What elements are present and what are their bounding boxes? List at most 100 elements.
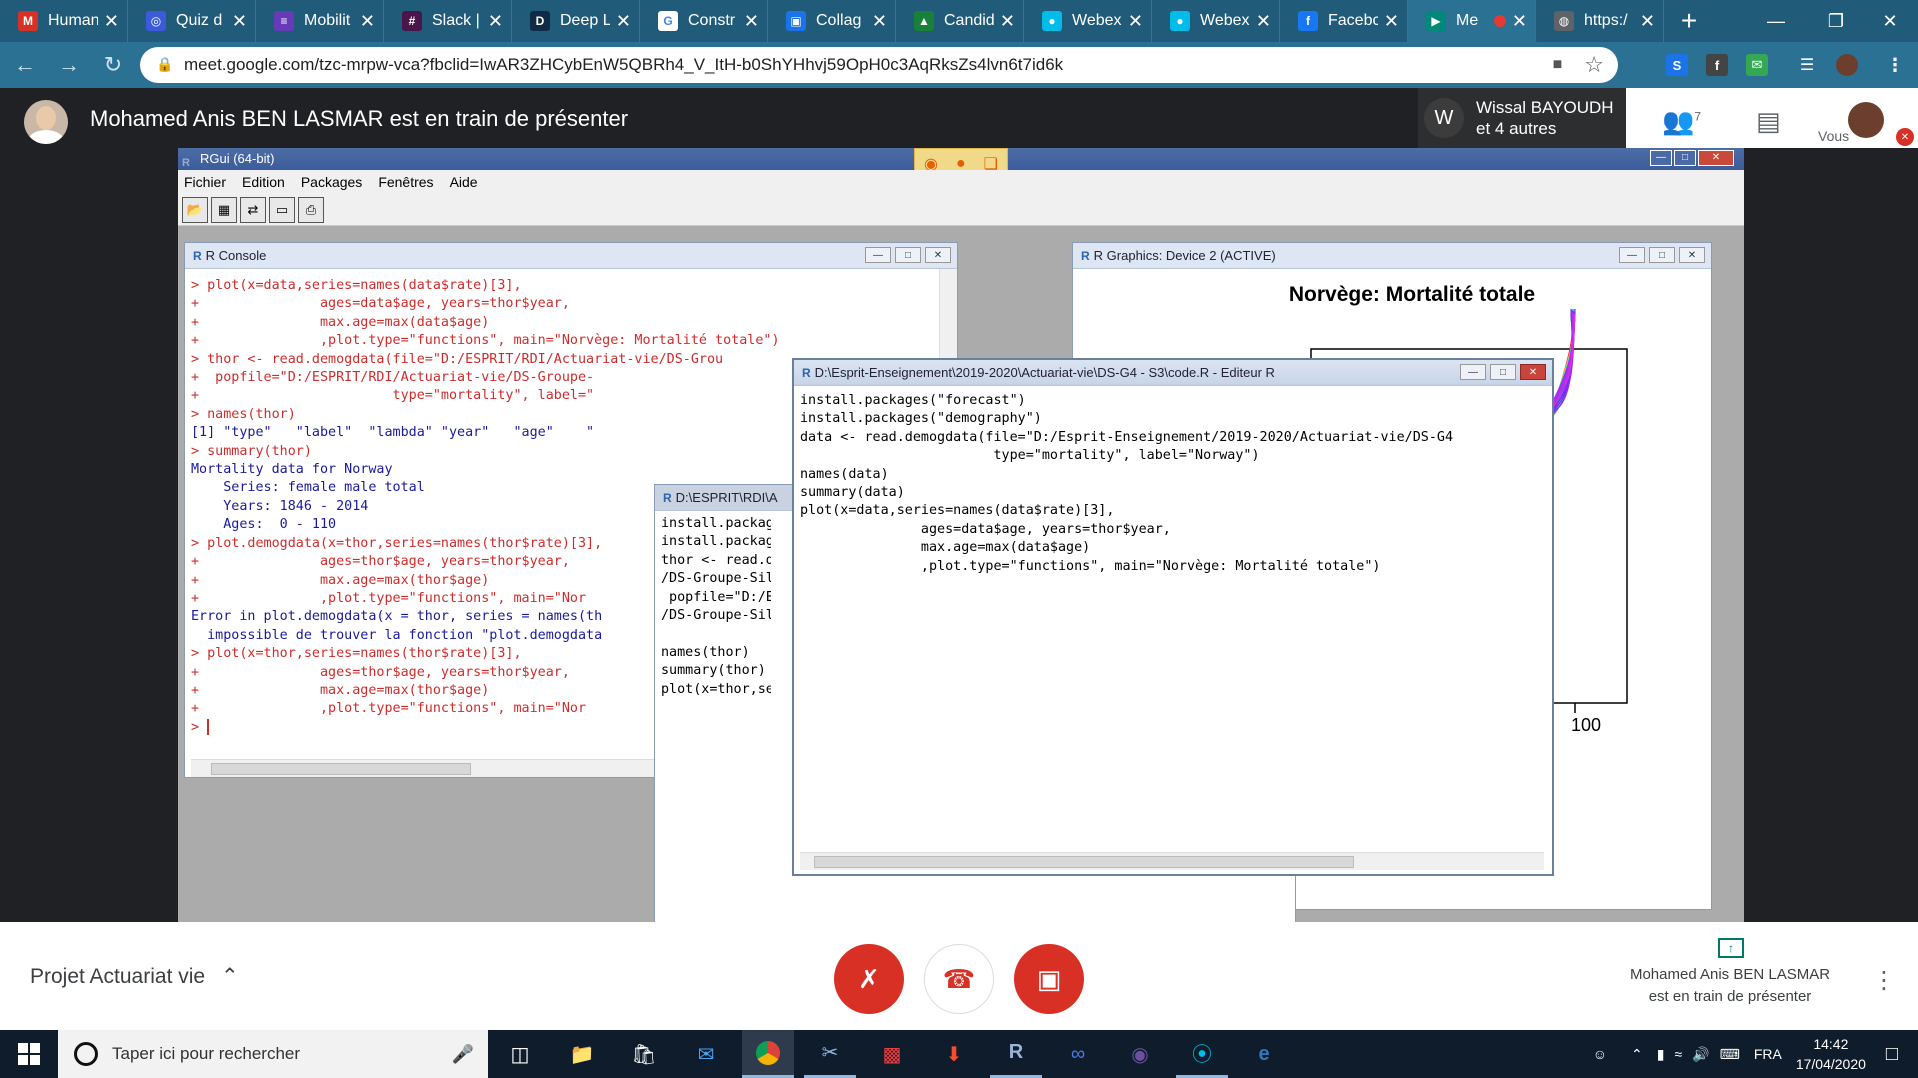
download-app-icon[interactable]: ⬇ [928,1030,980,1078]
chat-icon[interactable]: ▤ [1756,106,1781,137]
back-button[interactable]: ← [6,46,44,84]
graphics-minimize-button[interactable]: — [1619,247,1645,263]
menu-packages[interactable]: Packages [301,174,362,190]
save-icon[interactable]: ▦ [211,196,237,223]
browser-tab[interactable]: ◎ Quiz d ✕ [128,0,256,42]
window-close-button[interactable]: ✕ [1860,0,1918,42]
mic-toggle-button[interactable]: ✗ [834,944,904,1014]
clock[interactable]: 14:42 17/04/2020 [1796,1034,1866,1074]
browser-tab[interactable]: ● Webex ✕ [1152,0,1280,42]
editor-minimize-button[interactable]: — [1460,364,1486,380]
browser-tab[interactable]: D Deep L ✕ [512,0,640,42]
store-icon[interactable]: 🛍 [618,1030,670,1078]
browser-tab[interactable]: ▶ Me ✕ [1408,0,1536,42]
tab-close-icon[interactable]: ✕ [1384,11,1399,32]
browser-tab[interactable]: ◍ https:/ ✕ [1536,0,1664,42]
tab-close-icon[interactable]: ✕ [232,11,247,32]
browser-tab[interactable]: ≡ Mobilit ✕ [256,0,384,42]
battery-icon[interactable]: ▮ [1657,1046,1665,1063]
tab-close-icon[interactable]: ✕ [1128,11,1143,32]
more-options-icon[interactable]: ⋮ [1872,966,1896,995]
window-maximize-button[interactable]: ❐ [1806,0,1866,42]
url-field[interactable]: 🔒 meet.google.com/tzc-mrpw-vca?fbclid=Iw… [140,47,1618,83]
rgui-maximize-button[interactable]: □ [1674,150,1696,166]
browser-tab[interactable]: ▣ Collag ✕ [768,0,896,42]
open-folder-icon[interactable]: 📂 [182,196,208,223]
r-gui-taskbar-icon[interactable]: R [990,1030,1042,1078]
tab-close-icon[interactable]: ✕ [744,11,759,32]
tab-close-icon[interactable]: ✕ [1640,11,1655,32]
browser-menu-icon[interactable]: ⋮ [1884,54,1906,76]
tab-close-icon[interactable]: ✕ [1000,11,1015,32]
console-close-button[interactable]: ✕ [925,247,951,263]
camera-icon[interactable]: ■ [1553,56,1563,74]
skype-extension-icon[interactable]: S [1666,54,1688,76]
tab-close-icon[interactable]: ✕ [1512,11,1527,32]
graphics-close-button[interactable]: ✕ [1679,247,1705,263]
browser-tab[interactable]: G Constr ✕ [640,0,768,42]
meeting-name-button[interactable]: Projet Actuariat vie ⌃ [30,964,239,989]
browser-tab[interactable]: ▲ Candid ✕ [896,0,1024,42]
start-button[interactable] [0,1030,58,1078]
window-icon[interactable]: ▭ [269,196,295,223]
console-maximize-button[interactable]: □ [895,247,921,263]
editor-secondary-code[interactable]: install.packag install.packag thor <- read… [661,515,771,895]
media-control-icon[interactable]: ☰ [1796,54,1818,76]
copy-paste-icon[interactable]: ⇄ [240,196,266,223]
editor-code[interactable]: install.packages("forecast") install.pack… [800,392,1544,846]
snipping-tool-icon[interactable]: ✂ [804,1030,856,1078]
camera-toggle-button[interactable]: ▣ [1014,944,1084,1014]
reload-button[interactable]: ↻ [94,46,132,84]
people-icon[interactable]: 👥7 [1662,106,1701,137]
browser-tab[interactable]: ● Webex ✕ [1024,0,1152,42]
chrome-icon[interactable] [742,1030,794,1078]
taskbar-search[interactable]: Taper ici pour rechercher 🎤 [58,1030,488,1078]
present-screen-icon[interactable]: ↑ [1718,938,1744,958]
menu-fenetres[interactable]: Fenêtres [378,174,433,190]
browser-tab[interactable]: M Human ✕ [0,0,128,42]
menu-edition[interactable]: Edition [242,174,285,190]
menu-aide[interactable]: Aide [450,174,478,190]
webex-icon[interactable]: ⦿ [1176,1030,1228,1078]
tab-close-icon[interactable]: ✕ [360,11,375,32]
infinity-app-icon[interactable]: ∞ [1052,1030,1104,1078]
notifications-icon[interactable]: □ [1886,1043,1898,1066]
tab-close-icon[interactable]: ✕ [1256,11,1271,32]
editor-close-button[interactable]: ✕ [1520,364,1546,380]
mail-icon[interactable]: ✉ [680,1030,732,1078]
file-explorer-icon[interactable]: 📁 [556,1030,608,1078]
print-icon[interactable]: ⎙ [298,196,324,223]
profile-avatar-icon[interactable] [1836,54,1858,76]
tab-close-icon[interactable]: ✕ [488,11,503,32]
leave-call-button[interactable]: ☎ [924,944,994,1014]
console-minimize-button[interactable]: — [865,247,891,263]
browser-tab[interactable]: f Facebc ✕ [1280,0,1408,42]
editor-maximize-button[interactable]: □ [1490,364,1516,380]
new-tab-button[interactable]: + [1664,0,1714,42]
volume-icon[interactable]: 🔊 [1692,1046,1709,1063]
eclipse-icon[interactable]: ◉ [1114,1030,1166,1078]
microphone-icon[interactable]: 🎤 [452,1044,474,1065]
chevron-up-icon[interactable]: ⌃ [1631,1046,1643,1063]
bookmark-star-icon[interactable]: ☆ [1584,52,1604,78]
tab-close-icon[interactable]: ✕ [616,11,631,32]
wifi-icon[interactable]: ≈ [1674,1046,1682,1062]
tab-close-icon[interactable]: ✕ [872,11,887,32]
window-minimize-button[interactable]: — [1746,0,1806,42]
people-icon[interactable]: ☺ [1593,1046,1607,1062]
browser-tab[interactable]: # Slack | ✕ [384,0,512,42]
tab-close-icon[interactable]: ✕ [104,11,119,32]
graphics-maximize-button[interactable]: □ [1649,247,1675,263]
rgui-minimize-button[interactable]: — [1650,150,1672,166]
rgui-close-button[interactable]: ✕ [1698,150,1734,166]
language-indicator[interactable]: FRA [1754,1046,1782,1062]
task-view-icon[interactable]: ◫ [494,1030,546,1078]
pdf-reader-icon[interactable]: ▩ [866,1030,918,1078]
self-avatar[interactable] [1848,102,1884,138]
keyboard-icon[interactable]: ⌨ [1720,1046,1740,1063]
edge-icon[interactable]: e [1238,1030,1290,1078]
participant-card[interactable]: W Wissal BAYOUDH et 4 autres [1418,88,1626,148]
facebook-extension-icon[interactable]: f [1706,54,1728,76]
editor-horizontal-scrollbar[interactable] [800,852,1544,870]
forward-button[interactable]: → [50,46,88,84]
